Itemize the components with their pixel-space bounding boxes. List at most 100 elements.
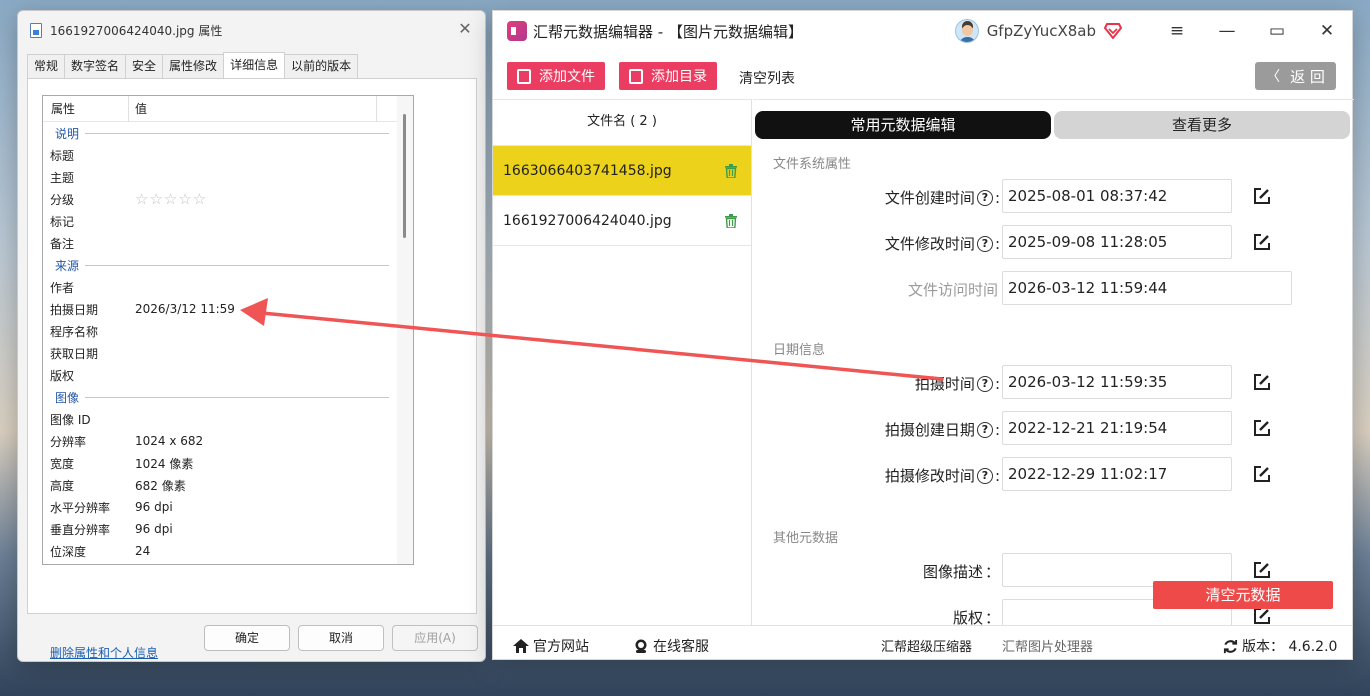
taken-created-date-field[interactable]: 2022-12-21 21:19:54 — [1002, 411, 1232, 445]
file-icon — [30, 22, 42, 38]
list-item[interactable]: 垂直分辨率 96 dpi — [43, 518, 413, 540]
section-other: 其他元数据 — [773, 531, 839, 546]
cancel-button[interactable]: 取消 — [298, 625, 384, 651]
ok-button[interactable]: 确定 — [204, 625, 290, 651]
apply-button[interactable]: 应用(A) — [392, 625, 478, 651]
maximize-icon[interactable]: ▭ — [1252, 21, 1302, 41]
close-icon[interactable]: ✕ — [455, 19, 475, 38]
image-processor-link[interactable]: 汇帮图片处理器 — [1002, 636, 1093, 655]
created-time-field[interactable]: 2025-08-01 08:37:42 — [1002, 179, 1232, 213]
avatar[interactable] — [954, 19, 979, 43]
column-value[interactable]: 值 — [129, 96, 377, 121]
properties-dialog: 1661927006424040.jpg 属性 ✕ 常规 数字签名 安全 属性修… — [17, 10, 486, 662]
list-item[interactable]: 作者 — [43, 276, 413, 298]
dialog-titlebar: 1661927006424040.jpg 属性 ✕ — [18, 11, 485, 49]
list-item[interactable]: 位深度 24 — [43, 540, 413, 562]
metadata-editor-window: 汇帮元数据编辑器 - 【图片元数据编辑】 GfpZyYucX8ab ≡ — ▭ … — [492, 10, 1354, 661]
add-file-icon — [517, 68, 531, 84]
tab-signature[interactable]: 数字签名 — [64, 54, 127, 78]
file-row[interactable]: 1661927006424040.jpg — [493, 196, 751, 246]
trash-icon[interactable] — [725, 163, 737, 178]
tab-security[interactable]: 安全 — [125, 54, 164, 78]
home-icon — [513, 639, 529, 653]
scrollbar-thumb[interactable] — [403, 114, 406, 238]
edit-icon[interactable] — [1253, 373, 1271, 391]
clear-list-button[interactable]: 清空列表 — [739, 68, 795, 88]
edit-icon[interactable] — [1253, 561, 1271, 579]
user-name[interactable]: GfpZyYucX8ab — [987, 22, 1096, 40]
list-item[interactable]: 高度 682 像素 — [43, 474, 413, 496]
field-row-modified: 文件修改时间?: 2025-09-08 11:28:05 — [753, 225, 1354, 259]
tab-details[interactable]: 详细信息 — [223, 52, 286, 78]
edit-icon[interactable] — [1253, 465, 1271, 483]
help-icon[interactable]: ? — [976, 189, 993, 206]
group-image: 图像 — [43, 386, 413, 408]
list-item[interactable]: 备注 — [43, 232, 413, 254]
accessed-time-field[interactable]: 2026-03-12 11:59:44 — [1002, 271, 1292, 305]
list-item[interactable]: 标记 — [43, 210, 413, 232]
taken-modified-time-field[interactable]: 2022-12-29 11:02:17 — [1002, 457, 1232, 491]
tab-view-more[interactable]: 查看更多 — [1054, 111, 1350, 139]
list-item[interactable]: 分级 ☆☆☆☆☆ — [43, 188, 413, 210]
list-item[interactable]: 图像 ID — [43, 408, 413, 430]
back-button[interactable]: 〈 返 回 — [1255, 62, 1336, 90]
property-list-scrollbar[interactable] — [397, 96, 413, 564]
file-row-selected[interactable]: 1663066403741458.jpg — [493, 146, 751, 196]
field-row-taken-modified: 拍摄修改时间?: 2022-12-29 11:02:17 — [753, 457, 1354, 491]
field-row-created: 文件创建时间?: 2025-08-01 08:37:42 — [753, 179, 1354, 213]
add-folder-icon — [629, 68, 643, 84]
metadata-pane: 常用元数据编辑 查看更多 文件系统属性 文件创建时间?: 2025-08-01 … — [753, 99, 1354, 626]
taken-time-field[interactable]: 2026-03-12 11:59:35 — [1002, 365, 1232, 399]
dialog-title: 1661927006424040.jpg 属性 — [50, 23, 223, 38]
list-item[interactable]: 程序名称 — [43, 320, 413, 342]
add-folder-button[interactable]: 添加目录 — [619, 62, 717, 90]
list-item[interactable]: 主题 — [43, 166, 413, 188]
field-row-taken-created: 拍摄创建日期?: 2022-12-21 21:19:54 — [753, 411, 1354, 445]
compressor-link[interactable]: 汇帮超级压缩器 — [881, 636, 972, 655]
close-icon[interactable]: ✕ — [1302, 21, 1352, 41]
refresh-icon — [1223, 639, 1238, 653]
help-icon[interactable]: ? — [976, 421, 993, 438]
list-item[interactable]: 标题 — [43, 144, 413, 166]
property-list[interactable]: 属性 值 说明 标题 主题 分级 ☆☆☆☆☆ 标记 备注 来源 作者 拍摄日期 20… — [42, 95, 414, 565]
edit-icon[interactable] — [1253, 187, 1271, 205]
menu-icon[interactable]: ≡ — [1152, 21, 1202, 41]
vip-diamond-icon[interactable] — [1104, 23, 1122, 39]
list-item[interactable]: 分辨率 1024 x 682 — [43, 430, 413, 452]
user-area: GfpZyYucX8ab ≡ — ▭ ✕ — [954, 11, 1352, 51]
clear-metadata-button[interactable]: 清空元数据 — [1153, 581, 1333, 609]
minimize-icon[interactable]: — — [1202, 21, 1252, 41]
chevron-left-icon: 〈 — [1266, 69, 1281, 85]
tab-general[interactable]: 常规 — [27, 54, 66, 78]
list-item[interactable]: 版权 — [43, 364, 413, 386]
status-bar: 官方网站 在线客服 汇帮超级压缩器 汇帮图片处理器 版本： 4.6.2.0 — [493, 625, 1352, 661]
file-list-header: 文件名 ( 2 ) — [493, 100, 751, 146]
rating-stars[interactable]: ☆☆☆☆☆ — [135, 190, 207, 208]
edit-icon[interactable] — [1253, 607, 1271, 625]
official-site-link[interactable]: 官方网站 — [513, 636, 589, 656]
trash-icon[interactable] — [725, 213, 737, 228]
remove-properties-link[interactable]: 删除属性和个人信息 — [50, 644, 158, 661]
edit-icon[interactable] — [1253, 233, 1271, 251]
edit-icon[interactable] — [1253, 419, 1271, 437]
list-item[interactable]: 宽度 1024 像素 — [43, 452, 413, 474]
column-property[interactable]: 属性 — [43, 96, 129, 121]
headset-icon — [635, 639, 647, 653]
section-filesystem: 文件系统属性 — [773, 157, 852, 172]
add-file-button[interactable]: 添加文件 — [507, 62, 605, 90]
modified-time-field[interactable]: 2025-09-08 11:28:05 — [1002, 225, 1232, 259]
tab-modify[interactable]: 属性修改 — [162, 54, 225, 78]
list-item[interactable]: 获取日期 — [43, 342, 413, 364]
tab-common-metadata[interactable]: 常用元数据编辑 — [755, 111, 1051, 139]
tab-previous-versions[interactable]: 以前的版本 — [284, 54, 359, 78]
list-item-date-taken[interactable]: 拍摄日期 2026/3/12 11:59 — [43, 298, 413, 320]
property-list-header: 属性 值 — [43, 96, 413, 122]
help-icon[interactable]: ? — [976, 375, 993, 392]
group-origin: 来源 — [43, 254, 413, 276]
help-icon[interactable]: ? — [976, 235, 993, 252]
help-icon[interactable]: ? — [976, 467, 993, 484]
online-service-link[interactable]: 在线客服 — [633, 636, 709, 656]
section-date: 日期信息 — [773, 343, 826, 358]
list-item[interactable]: 水平分辨率 96 dpi — [43, 496, 413, 518]
group-description: 说明 — [43, 122, 413, 144]
